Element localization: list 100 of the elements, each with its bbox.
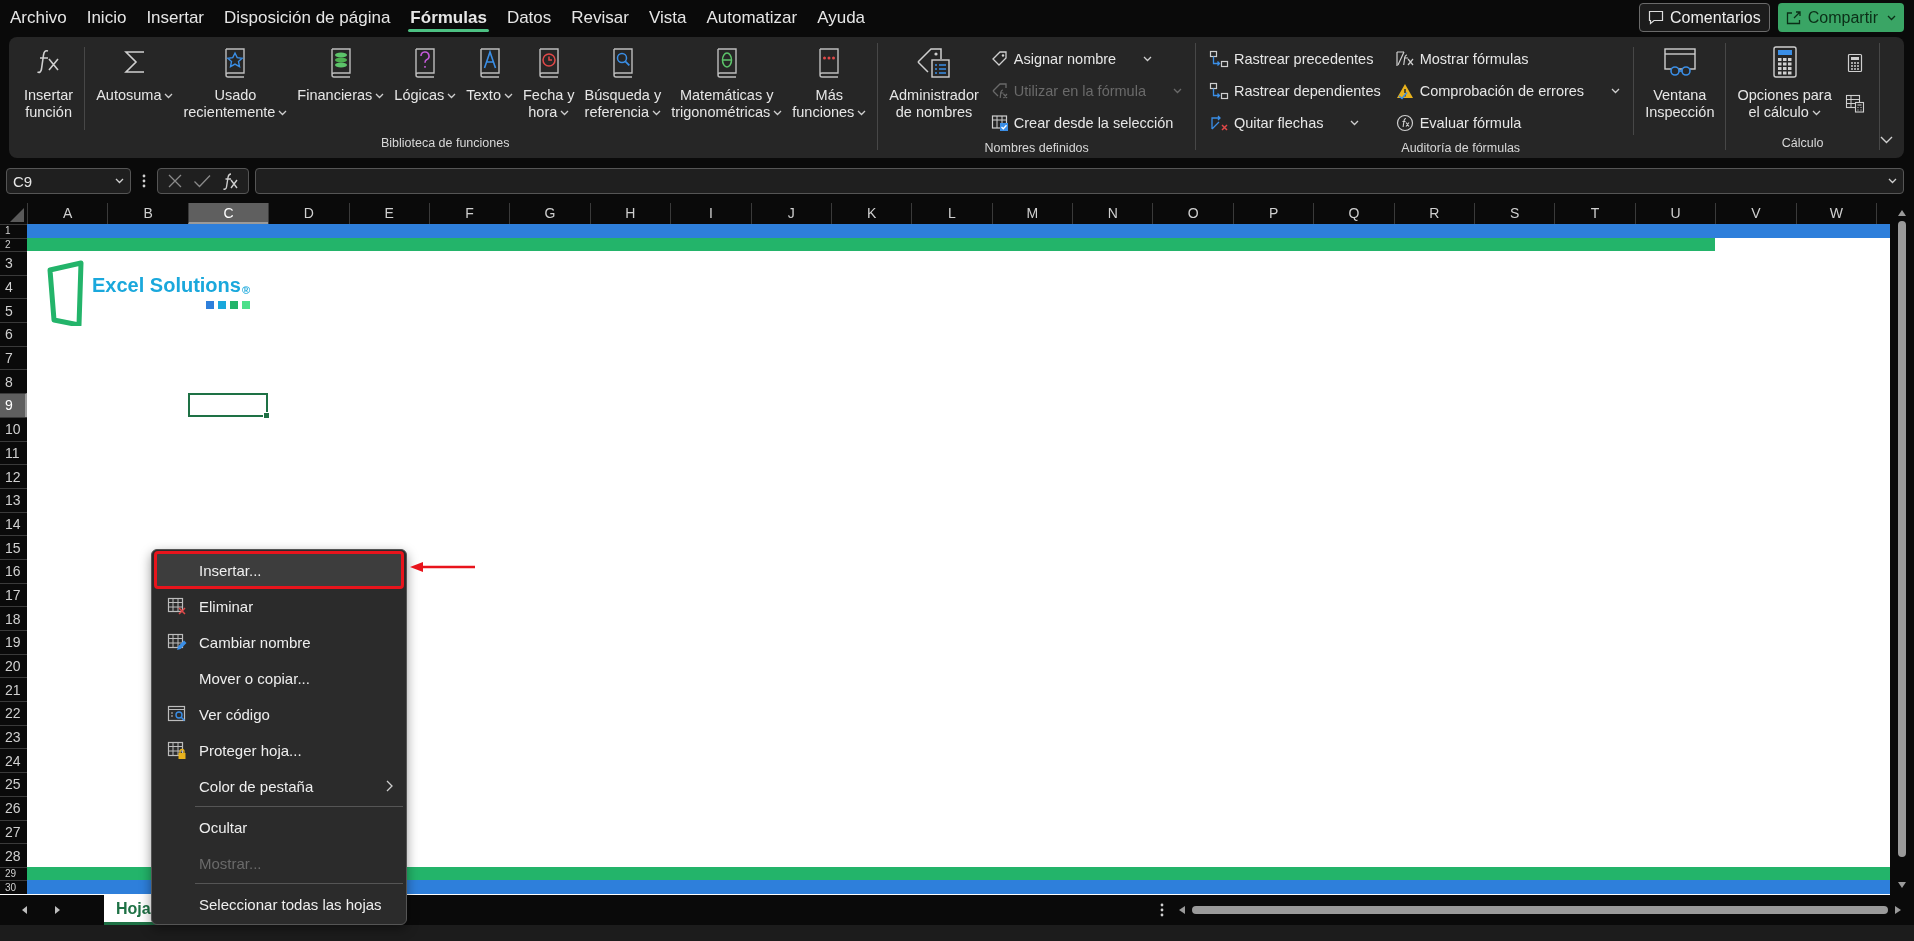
row-header[interactable]: 11: [0, 440, 27, 465]
previous-sheet-icon[interactable]: [20, 905, 28, 915]
tag-icon: [990, 50, 1009, 68]
row-header[interactable]: 23: [0, 724, 27, 749]
scrollbar-thumb[interactable]: [1898, 221, 1906, 857]
comments-button[interactable]: Comentarios: [1639, 3, 1770, 32]
ribbon-tab[interactable]: Insertar: [136, 0, 214, 35]
ribbon-tab[interactable]: Datos: [496, 0, 562, 35]
share-button[interactable]: Compartir: [1777, 3, 1904, 32]
row-header[interactable]: 30: [0, 880, 27, 894]
ribbon-tab[interactable]: Revisar: [561, 0, 639, 35]
row-header[interactable]: 22: [0, 701, 27, 725]
active-cell[interactable]: [187, 393, 269, 417]
ribbon-tab[interactable]: Disposición de página: [214, 0, 401, 35]
cancel-icon[interactable]: [167, 173, 183, 189]
chevron-down-icon: [1887, 14, 1896, 21]
ribbon-button[interactable]: Lógicas: [389, 43, 462, 104]
row-header[interactable]: 24: [0, 748, 27, 773]
column-header[interactable]: C: [187, 203, 269, 224]
row-header[interactable]: 21: [0, 677, 27, 702]
ribbon-button[interactable]: Autosuma: [91, 43, 179, 104]
ribbon-button[interactable]: Administrador de nombres: [884, 43, 984, 121]
ribbon-button[interactable]: Quitar flechas: [1206, 109, 1384, 137]
ribbon-button[interactable]: Ventana Inspección: [1640, 43, 1720, 121]
menu-item[interactable]: Mover o copiar...: [155, 660, 403, 696]
row-header[interactable]: 9: [0, 393, 27, 417]
ribbon-tab[interactable]: Inicio: [76, 0, 137, 35]
row-header[interactable]: 15: [0, 535, 27, 559]
ribbon-button[interactable]: Opciones para el cálculo: [1732, 43, 1837, 121]
ribbon-button[interactable]: Crear desde la selección: [987, 109, 1185, 137]
more-options-icon[interactable]: [1160, 903, 1164, 917]
menu-item[interactable]: Ocultar: [155, 809, 403, 845]
ribbon-button[interactable]: Financieras: [292, 43, 390, 104]
ribbon-tab[interactable]: Ayuda: [807, 0, 876, 35]
menu-item[interactable]: Insertar...: [155, 552, 403, 588]
scroll-right-icon[interactable]: [1894, 905, 1902, 915]
scroll-down-icon[interactable]: [1897, 881, 1907, 889]
scroll-left-icon[interactable]: [1178, 905, 1186, 915]
row-header[interactable]: 12: [0, 464, 27, 488]
group-label: Biblioteca de funciones: [379, 135, 511, 150]
menu-item[interactable]: Ver código: [155, 696, 403, 732]
ribbon-button[interactable]: Texto: [461, 43, 518, 104]
row-header[interactable]: 6: [0, 322, 27, 346]
ribbon-tab[interactable]: Archivo: [0, 0, 77, 35]
checkmark-icon[interactable]: [193, 173, 211, 189]
menu-item[interactable]: Cambiar nombre: [155, 624, 403, 660]
formula-input[interactable]: [255, 168, 1904, 194]
row-header[interactable]: 26: [0, 795, 27, 820]
ribbon-tab[interactable]: Vista: [638, 0, 697, 35]
menu-item[interactable]: Proteger hoja...: [155, 732, 403, 768]
scroll-up-icon[interactable]: [1897, 209, 1907, 217]
ribbon-button[interactable]: Evaluar fórmula: [1391, 109, 1624, 137]
ribbon-button[interactable]: Matemáticas y trigonométricas: [666, 43, 788, 121]
horizontal-scrollbar[interactable]: [1178, 905, 1902, 915]
more-options-icon[interactable]: [142, 174, 146, 188]
chevron-down-icon: [1879, 136, 1893, 144]
row-header[interactable]: 25: [0, 772, 27, 796]
ribbon-button[interactable]: Rastrear dependientes: [1206, 77, 1384, 105]
next-sheet-icon[interactable]: [54, 905, 62, 915]
ribbon-tab[interactable]: Automatizar: [696, 0, 808, 35]
ribbon-button[interactable]: Usado recientemente: [178, 43, 293, 121]
warning-icon: [1394, 82, 1415, 100]
name-box[interactable]: C9: [6, 168, 131, 194]
row-header[interactable]: 8: [0, 369, 27, 394]
share-icon: [1785, 10, 1802, 25]
menu-item[interactable]: Color de pestaña: [155, 768, 403, 804]
function-icon[interactable]: [221, 172, 239, 190]
table-pencil-icon: [167, 632, 187, 652]
tag-function-icon: [990, 82, 1009, 100]
ribbon-button[interactable]: Búsqueda y referencia: [579, 43, 667, 121]
chevron-down-icon: [857, 109, 867, 116]
row-header[interactable]: 4: [0, 274, 27, 299]
row-header[interactable]: 13: [0, 487, 27, 512]
row-header[interactable]: 16: [0, 558, 27, 583]
ribbon-button[interactable]: Comprobación de errores: [1391, 77, 1624, 105]
chevron-down-icon: [1611, 88, 1621, 94]
ribbon-button[interactable]: Rastrear precedentes: [1206, 45, 1384, 73]
row-header[interactable]: 5: [0, 298, 27, 323]
row-header[interactable]: 20: [0, 653, 27, 678]
ribbon-button[interactable]: Mostrar fórmulas: [1391, 45, 1624, 73]
row-header[interactable]: 18: [0, 606, 27, 630]
row-header[interactable]: 7: [0, 345, 27, 370]
row-header[interactable]: 14: [0, 511, 27, 536]
ribbon-tab[interactable]: Fórmulas: [400, 0, 497, 35]
ribbon-button[interactable]: Más funciones: [787, 43, 872, 121]
row-header[interactable]: 10: [0, 416, 27, 441]
scrollbar-thumb[interactable]: [1192, 906, 1888, 914]
menu-item[interactable]: Eliminar: [155, 588, 403, 624]
row-header[interactable]: 17: [0, 582, 27, 607]
row-header[interactable]: 3: [0, 251, 27, 275]
row-header[interactable]: 28: [0, 843, 27, 867]
row-header[interactable]: 1: [0, 224, 27, 238]
row-header[interactable]: 27: [0, 819, 27, 844]
group-label: Cálculo: [1780, 135, 1825, 150]
ribbon-button[interactable]: Insertar función: [19, 43, 79, 121]
circled-function-icon: [1394, 114, 1415, 132]
ribbon-button[interactable]: Asignar nombre: [987, 45, 1185, 73]
ribbon-button[interactable]: Fecha y hora: [517, 43, 580, 121]
table-check-icon: [990, 114, 1009, 132]
row-header[interactable]: 19: [0, 630, 27, 654]
